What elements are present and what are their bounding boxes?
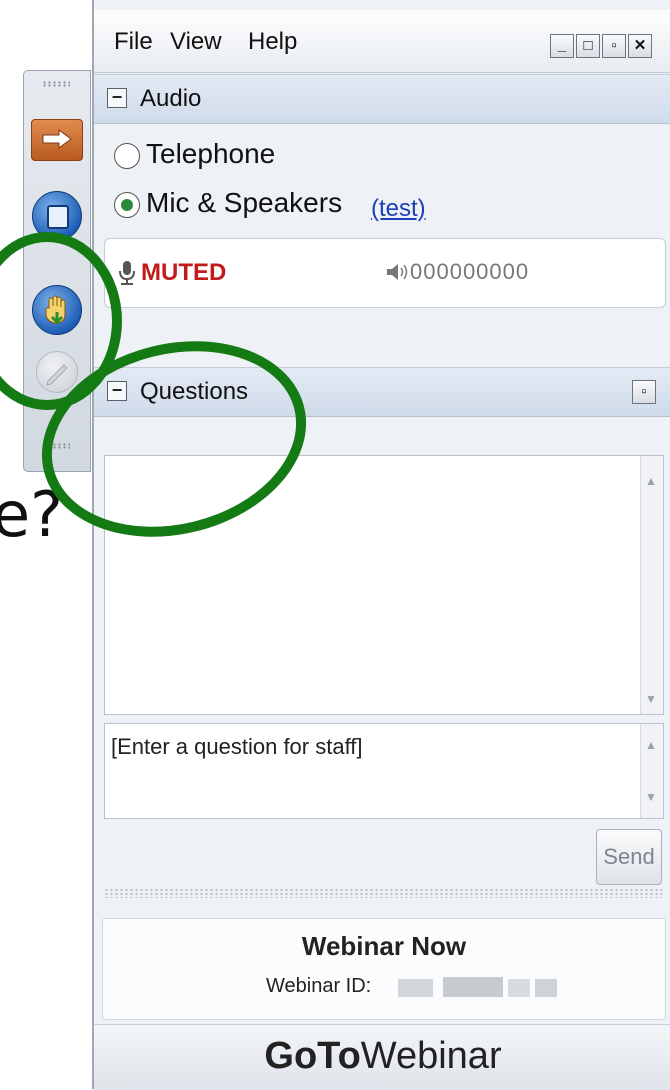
- mic-speakers-label[interactable]: Mic & Speakers: [146, 187, 342, 219]
- question-input-scrollbar[interactable]: ▲ ▼: [640, 724, 663, 818]
- webinar-id-redacted: [443, 977, 503, 997]
- send-button[interactable]: Send: [596, 829, 662, 885]
- webinar-id-redacted: [398, 979, 433, 997]
- gotowebinar-logo: GoToWebinar: [94, 1035, 670, 1078]
- menu-help[interactable]: Help: [248, 28, 297, 56]
- menu-bar: File View Help _ □ ▫ ✕: [94, 10, 670, 73]
- mic-icon[interactable]: [117, 259, 137, 287]
- logo-regular: Webinar: [360, 1035, 502, 1077]
- webinar-id-redacted: [535, 979, 557, 997]
- webinar-info-box: Webinar Now Webinar ID:: [102, 918, 666, 1020]
- telephone-radio[interactable]: [114, 143, 140, 169]
- scroll-down-icon[interactable]: ▼: [645, 790, 657, 804]
- question-input-placeholder[interactable]: [Enter a question for staff]: [111, 734, 363, 760]
- popout-questions-icon[interactable]: ▫: [632, 380, 656, 404]
- collapse-audio-icon[interactable]: −: [107, 88, 127, 108]
- test-audio-link[interactable]: (test): [371, 195, 426, 223]
- restore-icon[interactable]: ▫: [602, 34, 626, 58]
- telephone-label[interactable]: Telephone: [146, 138, 275, 170]
- question-input[interactable]: [Enter a question for staff] ▲ ▼: [104, 723, 664, 819]
- arrow-icon: [42, 129, 72, 149]
- webinar-id-label: Webinar ID:: [266, 975, 372, 997]
- minimize-icon[interactable]: _: [550, 34, 574, 58]
- audio-status-box: MUTED 000000000: [104, 238, 666, 308]
- questions-scrollbar[interactable]: ▲ ▼: [640, 456, 663, 714]
- close-icon[interactable]: ✕: [628, 34, 652, 58]
- audio-level-meter: 000000000: [410, 259, 530, 284]
- menu-file[interactable]: File: [114, 28, 153, 56]
- webinar-title: Webinar Now: [301, 931, 467, 961]
- mic-speakers-radio[interactable]: [114, 192, 140, 218]
- control-panel: File View Help _ □ ▫ ✕ − Audio Telephone…: [92, 0, 670, 1090]
- muted-status[interactable]: MUTED: [141, 259, 226, 287]
- speaker-icon: [387, 264, 408, 280]
- section-divider: [104, 888, 662, 898]
- grip-handle-top[interactable]: [42, 81, 70, 87]
- audio-section-header[interactable]: − Audio: [94, 74, 670, 124]
- logo-bold: GoTo: [264, 1035, 361, 1077]
- audio-section-title: Audio: [140, 85, 202, 112]
- scroll-down-icon[interactable]: ▼: [645, 692, 657, 706]
- scroll-up-icon[interactable]: ▲: [645, 738, 657, 752]
- maximize-icon[interactable]: □: [576, 34, 600, 58]
- webinar-id-redacted: [508, 979, 530, 997]
- show-hide-panel-button[interactable]: [31, 119, 83, 161]
- footer: GoToWebinar: [94, 1024, 670, 1090]
- scroll-up-icon[interactable]: ▲: [645, 474, 657, 488]
- menu-view[interactable]: View: [170, 28, 222, 56]
- screen-icon: [47, 205, 69, 229]
